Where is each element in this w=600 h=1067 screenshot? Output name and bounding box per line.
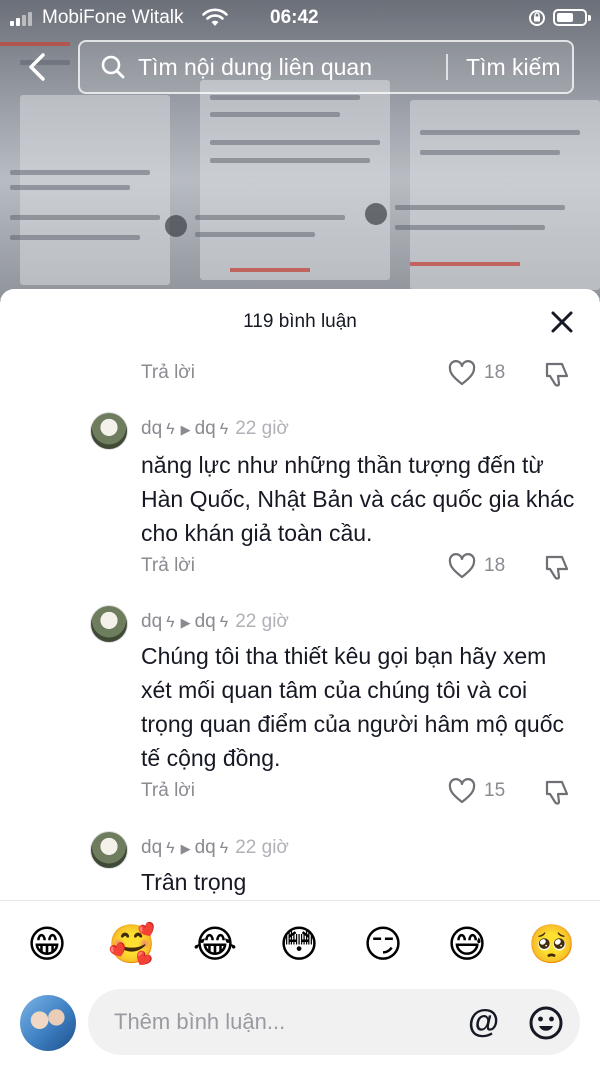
back-button[interactable] (22, 50, 52, 84)
wifi-icon (202, 8, 228, 26)
battery-icon (553, 9, 591, 26)
emoji-pleading-button[interactable]: 🥺 (528, 921, 575, 967)
comment-username[interactable]: dq (141, 418, 162, 439)
search-button[interactable]: Tìm kiếm (466, 54, 561, 81)
comment-composer: 😁 🥰 😂 😳 😏 😅 🥺 Thêm bình luận... @ (0, 900, 600, 1067)
like-count: 18 (484, 362, 506, 383)
heart-icon (448, 360, 476, 386)
reply-to-username[interactable]: dq (195, 611, 216, 632)
current-user-avatar (20, 995, 76, 1051)
bolt-icon: ϟ (166, 840, 175, 857)
comment-input-placeholder: Thêm bình luận... (114, 1009, 286, 1034)
comment-username[interactable]: dq (141, 837, 162, 858)
clock: 06:42 (270, 7, 319, 28)
mention-button[interactable]: @ (468, 1003, 499, 1040)
comment-input[interactable]: Thêm bình luận... @ (88, 989, 580, 1055)
search-divider (446, 54, 448, 80)
reply-button[interactable]: Trả lời (141, 780, 195, 802)
emoji-flushed-button[interactable]: 😳 (276, 921, 322, 967)
emoji-grin-button[interactable]: 😁 (24, 921, 70, 967)
dislike-icon[interactable] (543, 360, 573, 388)
comment-time: 22 giờ (235, 837, 289, 858)
reply-to-username[interactable]: dq (195, 837, 216, 858)
bolt-icon: ϟ (166, 614, 175, 631)
comment-text: năng lực như những thần tượng đến từ Hàn… (141, 452, 575, 546)
comments-count-title: 119 bình luận (243, 311, 357, 332)
bolt-icon: ϟ (219, 421, 229, 438)
comment-actions: Trả lời 18 (0, 357, 600, 391)
close-icon[interactable] (549, 309, 575, 335)
emoji-smirk-button[interactable]: 😏 (360, 921, 406, 967)
reply-button[interactable]: Trả lời (141, 362, 195, 384)
comment-time: 22 giờ (235, 418, 289, 439)
rotation-lock-icon (529, 10, 545, 26)
dislike-icon[interactable] (543, 778, 573, 806)
carrier-name: MobiFone Witalk (42, 7, 184, 28)
chevron-left-icon (29, 53, 45, 81)
comment-actions: Trả lời 15 (0, 775, 600, 809)
avatar[interactable] (90, 412, 128, 450)
comment-username[interactable]: dq (141, 611, 162, 632)
avatar[interactable] (90, 605, 128, 643)
bolt-icon: ϟ (219, 614, 229, 631)
reply-arrow-icon: ▶ (180, 615, 191, 630)
comment-actions: Trả lời 18 (0, 550, 600, 584)
reply-button[interactable]: Trả lời (141, 555, 195, 577)
comment-time: 22 giờ (235, 611, 289, 632)
comment-meta: dq ϟ ▶ dq ϟ 22 giờ (141, 418, 289, 440)
emoji-quick-bar: 😁 🥰 😂 😳 😏 😅 🥺 (0, 921, 600, 971)
emoji-sweat-smile-button[interactable]: 😅 (444, 921, 490, 967)
dislike-icon[interactable] (543, 553, 573, 581)
cellular-signal-icon (10, 12, 32, 26)
reply-arrow-icon: ▶ (180, 841, 191, 856)
like-count: 15 (484, 780, 506, 801)
bolt-icon: ϟ (166, 421, 175, 438)
emoji-tears-of-joy-button[interactable]: 😂 (192, 921, 238, 967)
emoji-smiling-hearts-button[interactable]: 🥰 (108, 921, 155, 967)
emoji-picker-icon[interactable] (528, 1005, 564, 1041)
status-bar: MobiFone Witalk 06:42 (0, 0, 600, 36)
reply-arrow-icon: ▶ (180, 422, 191, 437)
like-button[interactable]: 18 (448, 553, 505, 579)
heart-icon (448, 553, 476, 579)
search-bar[interactable]: Tìm nội dung liên quan Tìm kiếm (78, 40, 574, 94)
comment-meta: dq ϟ ▶ dq ϟ 22 giờ (141, 611, 289, 633)
search-input[interactable]: Tìm nội dung liên quan (138, 54, 418, 81)
reply-to-username[interactable]: dq (195, 418, 216, 439)
like-button[interactable]: 18 (448, 360, 505, 386)
comment-text: Chúng tôi tha thiết kêu gọi bạn hãy xem … (141, 643, 564, 771)
search-icon (101, 55, 125, 79)
avatar[interactable] (90, 831, 128, 869)
like-count: 18 (484, 555, 506, 576)
like-button[interactable]: 15 (448, 778, 505, 804)
comment-meta: dq ϟ ▶ dq ϟ 22 giờ (141, 837, 289, 859)
comment-text: Trân trọng (141, 869, 247, 895)
heart-icon (448, 778, 476, 804)
bolt-icon: ϟ (219, 840, 229, 857)
